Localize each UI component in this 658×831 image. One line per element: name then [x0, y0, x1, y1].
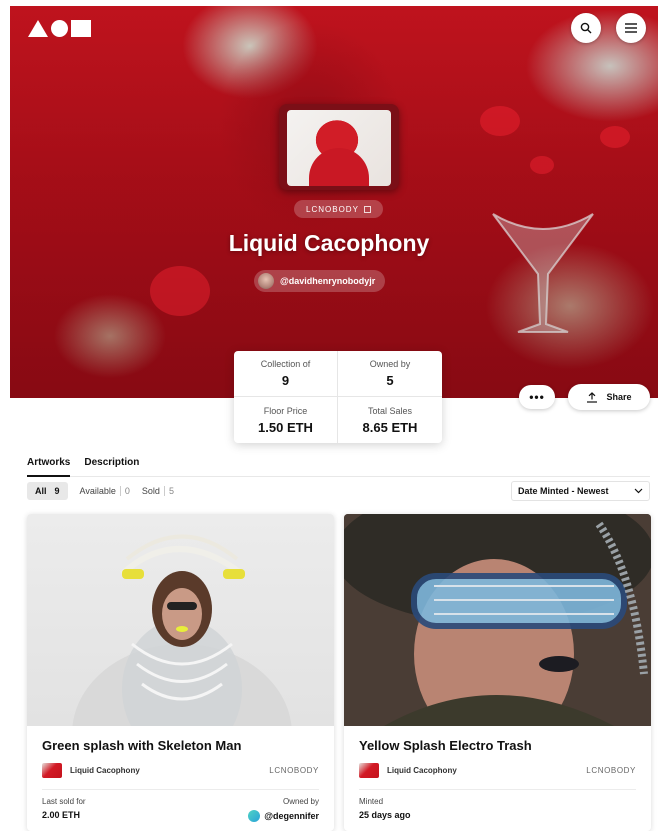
logo-circle	[51, 19, 68, 37]
artwork-image	[344, 514, 651, 726]
artwork-title: Green splash with Skeleton Man	[42, 738, 242, 753]
artwork-title: Yellow Splash Electro Trash	[359, 738, 532, 753]
stat-label: Collection of	[260, 359, 311, 369]
artwork-image-graphic	[344, 514, 651, 726]
stat-label: Total Sales	[367, 405, 413, 416]
logo-square	[71, 19, 91, 37]
stat-floor-price: Floor Price 1.50 ETH	[234, 397, 338, 443]
artwork-image	[27, 514, 334, 726]
artwork-collection-name: Liquid Cacophony	[387, 765, 457, 775]
share-label: Share	[606, 392, 632, 402]
filter-label: Sold	[141, 486, 160, 496]
stat-value: 1.50 ETH	[258, 419, 313, 435]
collection-mini-thumb	[359, 762, 379, 778]
collection-tag[interactable]: LCNOBODY	[294, 200, 383, 218]
artwork-price-block: Last sold for 2.00 ETH	[42, 797, 86, 822]
search-icon	[580, 22, 592, 34]
owner-handle: @degennifer	[264, 811, 319, 821]
collection-title: Liquid Cacophony	[228, 230, 430, 256]
artwork-footer: Minted 25 days ago	[359, 797, 636, 820]
filter-available[interactable]: Available 0	[80, 482, 130, 500]
logo-triangle	[28, 19, 48, 37]
sort-dropdown[interactable]: Date Minted - Newest	[511, 481, 650, 501]
artwork-owner-block: Owned by @degennifer	[248, 797, 319, 822]
stat-total-sales: Total Sales 8.65 ETH	[338, 397, 442, 443]
creator-chip[interactable]: @davidhenrynobodyjr	[254, 270, 386, 292]
minted-label: Minted	[359, 797, 384, 806]
stat-value: 8.65 ETH	[362, 419, 418, 435]
tab-artworks[interactable]: Artworks	[27, 455, 71, 477]
owned-by-label: Owned by	[282, 797, 319, 806]
share-upload-icon	[587, 391, 598, 403]
sort-selected: Date Minted - Newest	[518, 486, 609, 496]
collection-stats-panel: Collection of 9 Owned by 5 Floor Price 1…	[234, 351, 442, 443]
artwork-image-graphic	[72, 534, 292, 726]
share-button[interactable]: Share	[568, 384, 650, 410]
collection-thumbnail-image	[287, 110, 391, 186]
aoi-logo-icon[interactable]	[28, 18, 91, 38]
collection-tag-label: LCNOBODY	[306, 204, 359, 214]
collection-thumbnail	[279, 104, 399, 190]
stat-collection-of: Collection of 9	[234, 351, 338, 397]
thumbnail-figure	[309, 148, 369, 186]
card-divider	[42, 789, 319, 790]
artwork-collection-row: Liquid Cacophony LCNOBODY	[42, 762, 319, 778]
owner-link[interactable]: @degennifer	[248, 810, 319, 822]
collection-tabs: Artworks Description	[27, 455, 650, 477]
search-button[interactable]	[571, 13, 601, 43]
minted-value: 25 days ago	[359, 810, 411, 820]
chevron-down-icon	[634, 488, 643, 494]
stat-label: Floor Price	[263, 405, 308, 416]
artwork-footer: Last sold for 2.00 ETH Owned by @degenni…	[42, 797, 319, 822]
stat-value: 5	[386, 373, 394, 388]
last-sold-value: 2.00 ETH	[42, 810, 81, 820]
menu-button[interactable]	[616, 13, 646, 43]
collection-mini-thumb	[42, 762, 62, 778]
creator-handle: @davidhenrynobodyjr	[280, 276, 376, 286]
more-options-button[interactable]: •••	[519, 385, 555, 409]
filter-count: 9	[54, 486, 60, 496]
owner-avatar	[248, 810, 261, 822]
tab-description[interactable]: Description	[84, 455, 139, 477]
filter-sold[interactable]: Sold 5	[142, 482, 174, 500]
artwork-collection-code: LCNOBODY	[586, 765, 636, 775]
artwork-card[interactable]: Yellow Splash Electro Trash Liquid Cacop…	[344, 514, 651, 831]
filter-count: 0	[119, 486, 130, 496]
artwork-collection-name: Liquid Cacophony	[70, 765, 140, 775]
external-link-icon	[364, 205, 371, 213]
artwork-card[interactable]: Green splash with Skeleton Man Liquid Ca…	[27, 514, 334, 831]
artwork-filters: All 9 Available 0 Sold 5	[27, 482, 174, 500]
filter-count: 5	[163, 486, 174, 496]
stat-value: 9	[281, 373, 290, 388]
artwork-minted-block: Minted 25 days ago	[359, 797, 411, 820]
last-sold-label: Last sold for	[42, 797, 86, 806]
stat-label: Owned by	[369, 359, 411, 369]
artwork-collection-link[interactable]: Liquid Cacophony	[42, 762, 140, 778]
artwork-collection-link[interactable]: Liquid Cacophony	[359, 762, 457, 778]
artwork-collection-code: LCNOBODY	[269, 765, 319, 775]
hamburger-icon	[625, 23, 637, 33]
artwork-collection-row: Liquid Cacophony LCNOBODY	[359, 762, 636, 778]
filter-label: Available	[79, 486, 116, 496]
card-divider	[359, 789, 636, 790]
filter-label: All	[35, 486, 47, 496]
filter-all[interactable]: All 9	[27, 482, 68, 500]
stat-owned-by: Owned by 5	[338, 351, 442, 397]
creator-avatar	[258, 273, 274, 289]
